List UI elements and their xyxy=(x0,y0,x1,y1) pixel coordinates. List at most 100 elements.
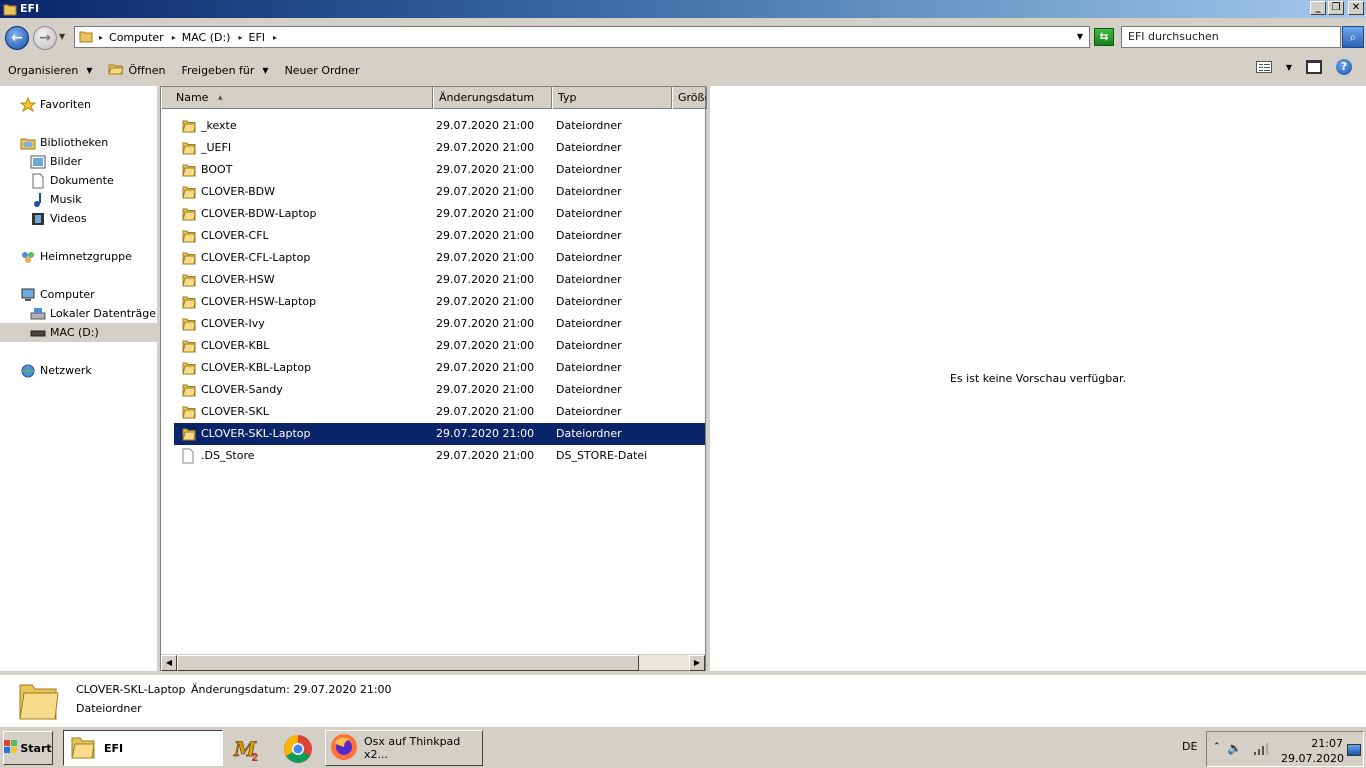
file-row[interactable]: CLOVER-Sandy 29.07.2020 21:00 Dateiordner xyxy=(161,379,705,401)
breadcrumb-mac-drive[interactable]: MAC (D:) xyxy=(182,31,231,44)
file-name: CLOVER-BDW xyxy=(201,185,276,198)
details-type: Dateiordner xyxy=(76,702,142,715)
address-dropdown[interactable]: ▼ xyxy=(1077,32,1083,41)
maximize-button[interactable]: ❐ xyxy=(1328,1,1344,15)
taskbar-window-firefox[interactable]: Osx auf Thinkpad x2... xyxy=(325,730,483,766)
column-header-row: Name ▲ Änderungsdatum Typ Größe xyxy=(161,87,707,109)
nav-label: Computer xyxy=(40,288,95,301)
file-row[interactable]: _UEFI 29.07.2020 21:00 Dateiordner xyxy=(161,137,705,159)
language-indicator[interactable]: DE xyxy=(1182,740,1197,753)
videos-icon xyxy=(30,211,46,227)
recent-pages-dropdown[interactable]: ▼ xyxy=(59,32,65,41)
drive-icon xyxy=(30,325,46,341)
nav-libraries[interactable]: Bibliotheken xyxy=(20,133,108,152)
new-folder-button[interactable]: Neuer Ordner xyxy=(277,57,368,83)
open-button[interactable]: Öffnen xyxy=(100,57,173,83)
nav-local-disk[interactable]: Lokaler Datenträger (C:) xyxy=(30,304,157,323)
nav-videos[interactable]: Videos xyxy=(30,209,87,228)
show-hidden-icons-icon[interactable]: ⌃ xyxy=(1213,742,1221,752)
file-type: Dateiordner xyxy=(556,295,622,308)
chevron-right-icon[interactable]: ▸ xyxy=(273,33,277,42)
file-row[interactable]: CLOVER-KBL 29.07.2020 21:00 Dateiordner xyxy=(161,335,705,357)
preview-pane: Es ist keine Vorschau verfügbar. xyxy=(708,86,1366,671)
m2-app-icon[interactable]: M2 xyxy=(232,733,264,765)
file-date: 29.07.2020 21:00 xyxy=(436,273,535,286)
view-options-icon[interactable] xyxy=(1255,61,1272,73)
organize-button[interactable]: Organisieren ▼ xyxy=(0,57,100,83)
file-type: Dateiordner xyxy=(556,185,622,198)
file-type: Dateiordner xyxy=(556,119,622,132)
nav-mac-drive[interactable]: MAC (D:) xyxy=(0,323,157,342)
file-date: 29.07.2020 21:00 xyxy=(436,251,535,264)
chevron-right-icon[interactable]: ▸ xyxy=(238,33,242,42)
taskbar-window-efi[interactable]: EFI xyxy=(63,730,223,766)
scroll-left-button[interactable]: ◀ xyxy=(161,655,177,671)
file-name-cell: CLOVER-BDW xyxy=(182,181,275,203)
file-row[interactable]: CLOVER-SKL 29.07.2020 21:00 Dateiordner xyxy=(161,401,705,423)
help-icon[interactable]: ? xyxy=(1336,59,1352,75)
music-icon xyxy=(30,192,46,208)
file-date: 29.07.2020 21:00 xyxy=(436,185,535,198)
file-name: CLOVER-Sandy xyxy=(201,383,283,396)
network-icon xyxy=(20,363,36,379)
horizontal-scrollbar[interactable]: ◀ ▶ xyxy=(161,654,705,671)
file-row[interactable]: CLOVER-HSW 29.07.2020 21:00 Dateiordner xyxy=(161,269,705,291)
close-button[interactable]: ✕ xyxy=(1348,1,1364,15)
chevron-right-icon[interactable]: ▸ xyxy=(172,33,176,42)
breadcrumb-computer[interactable]: Computer xyxy=(109,31,164,44)
nav-pictures[interactable]: Bilder xyxy=(30,152,82,171)
column-header-size[interactable]: Größe xyxy=(672,87,707,109)
file-row[interactable]: CLOVER-HSW-Laptop 29.07.2020 21:00 Dateior… xyxy=(161,291,705,313)
file-name-cell: CLOVER-CFL-Laptop xyxy=(182,247,310,269)
forward-button[interactable]: → xyxy=(33,26,57,50)
nav-favorites[interactable]: Favoriten xyxy=(20,95,91,114)
file-row[interactable]: CLOVER-CFL 29.07.2020 21:00 Dateiordner xyxy=(161,225,705,247)
nav-music[interactable]: Musik xyxy=(30,190,82,209)
title-bar[interactable]: EFI _ ❐ ✕ xyxy=(0,0,1366,18)
back-button[interactable]: ← xyxy=(5,26,29,50)
details-name: CLOVER-SKL-Laptop xyxy=(76,683,186,696)
search-button[interactable]: ⌕ xyxy=(1342,26,1364,48)
file-row[interactable]: CLOVER-BDW 29.07.2020 21:00 Dateiordner xyxy=(161,181,705,203)
nav-network[interactable]: Netzwerk xyxy=(20,361,92,380)
preview-pane-icon[interactable] xyxy=(1306,60,1322,74)
file-name: CLOVER-KBL xyxy=(201,339,270,352)
search-input[interactable]: EFI durchsuchen xyxy=(1121,26,1341,48)
show-desktop-icon[interactable] xyxy=(1347,744,1361,756)
column-header-name[interactable]: Name ▲ xyxy=(161,87,433,109)
column-header-date[interactable]: Änderungsdatum xyxy=(433,87,552,109)
file-row[interactable]: CLOVER-BDW-Laptop 29.07.2020 21:00 Dateior… xyxy=(161,203,705,225)
file-name-cell: CLOVER-Sandy xyxy=(182,379,283,401)
refresh-button[interactable]: ⇆ xyxy=(1094,28,1114,46)
chrome-icon[interactable] xyxy=(282,733,314,765)
address-bar[interactable]: ▸ Computer ▸ MAC (D:) ▸ EFI ▸ ▼ xyxy=(74,26,1090,48)
file-row[interactable]: CLOVER-CFL-Laptop 29.07.2020 21:00 Dateior… xyxy=(161,247,705,269)
file-type: Dateiordner xyxy=(556,229,622,242)
details-pane: CLOVER-SKL-Laptop Änderungsdatum: 29.07.… xyxy=(0,671,1366,725)
file-row[interactable]: CLOVER-Ivy 29.07.2020 21:00 Dateiordner xyxy=(161,313,705,335)
taskbar: Start EFI M2 Osx auf Thinkpad x2... DE ⌃… xyxy=(0,725,1366,768)
minimize-button[interactable]: _ xyxy=(1310,1,1326,15)
clock-time[interactable]: 21:07 xyxy=(1295,737,1343,750)
volume-icon[interactable]: 🔈 xyxy=(1227,741,1242,755)
network-signal-icon[interactable] xyxy=(1253,743,1269,758)
file-type: DS_STORE-Datei xyxy=(556,449,648,462)
file-row[interactable]: CLOVER-KBL-Laptop 29.07.2020 21:00 Dateior… xyxy=(161,357,705,379)
scroll-right-button[interactable]: ▶ xyxy=(689,655,705,671)
clock-date[interactable]: 29.07.2020 xyxy=(1281,752,1344,765)
chevron-down-icon: ▼ xyxy=(262,65,269,75)
file-row[interactable]: .DS_Store 29.07.2020 21:00 DS_STORE-Datei xyxy=(161,445,705,467)
nav-documents[interactable]: Dokumente xyxy=(30,171,114,190)
file-row[interactable]: CLOVER-SKL-Laptop 29.07.2020 21:00 Dateior… xyxy=(174,423,705,445)
scrollbar-thumb[interactable] xyxy=(177,655,639,671)
share-button[interactable]: Freigeben für ▼ xyxy=(173,57,276,83)
chevron-right-icon[interactable]: ▸ xyxy=(99,33,103,42)
column-header-type[interactable]: Typ xyxy=(552,87,672,109)
file-row[interactable]: _kexte 29.07.2020 21:00 Dateiordner xyxy=(161,115,705,137)
nav-computer[interactable]: Computer xyxy=(20,285,95,304)
start-button[interactable]: Start xyxy=(3,731,53,765)
chevron-down-icon[interactable]: ▼ xyxy=(1286,63,1292,72)
file-row[interactable]: BOOT 29.07.2020 21:00 Dateiordner xyxy=(161,159,705,181)
breadcrumb-efi[interactable]: EFI xyxy=(249,31,266,44)
nav-homegroup[interactable]: Heimnetzgruppe xyxy=(20,247,132,266)
